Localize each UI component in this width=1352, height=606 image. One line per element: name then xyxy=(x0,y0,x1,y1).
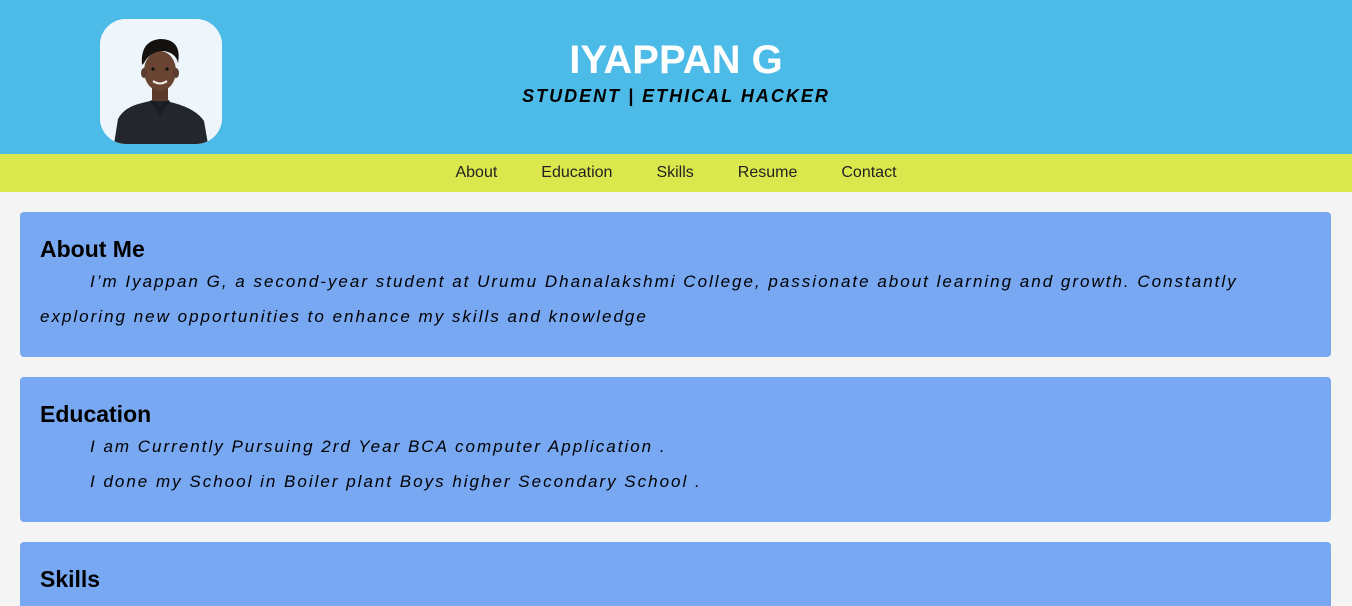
about-heading: About Me xyxy=(40,236,145,262)
site-title: IYAPPAN G xyxy=(569,38,783,82)
nav-link-contact[interactable]: Contact xyxy=(841,154,896,192)
main-nav: About Education Skills Resume Contact xyxy=(0,154,1352,192)
education-line: I am Currently Pursuing 2rd Year BCA com… xyxy=(90,437,667,456)
site-tagline: STUDENT | ETHICAL HACKER xyxy=(522,86,830,106)
site-header: IYAPPAN G STUDENT | ETHICAL HACKER xyxy=(0,0,1352,154)
nav-link-education[interactable]: Education xyxy=(541,154,612,192)
nav-link-about[interactable]: About xyxy=(455,154,497,192)
education-line: I done my School in Boiler plant Boys hi… xyxy=(90,472,702,491)
nav-link-resume[interactable]: Resume xyxy=(738,154,798,192)
nav-link-skills[interactable]: Skills xyxy=(656,154,693,192)
skills-heading: Skills xyxy=(40,566,101,592)
about-text: I’m Iyappan G, a second-year student at … xyxy=(40,272,1238,326)
education-section: Education I am Currently Pursuing 2rd Ye… xyxy=(20,377,1331,522)
about-section: About Me I’m Iyappan G, a second-year st… xyxy=(20,212,1331,357)
education-heading: Education xyxy=(40,401,152,427)
skills-section: Skills xyxy=(20,542,1331,606)
